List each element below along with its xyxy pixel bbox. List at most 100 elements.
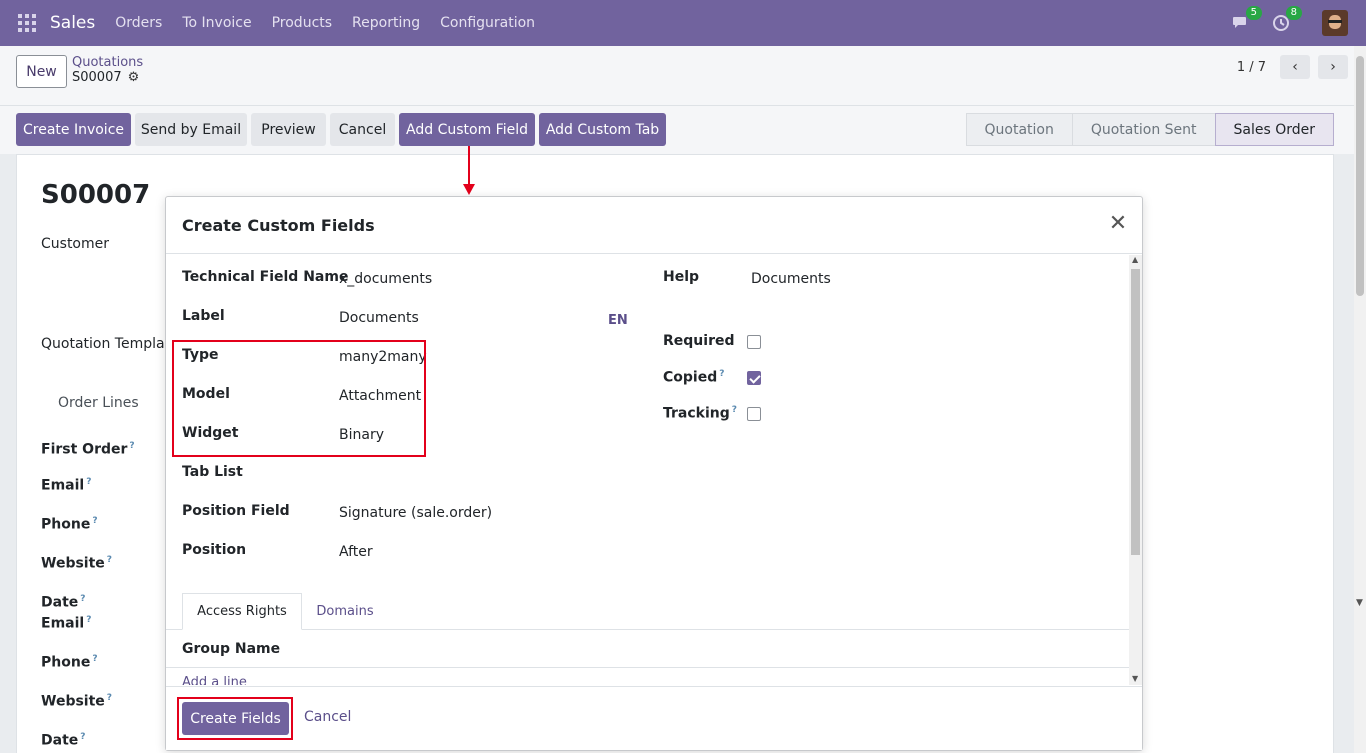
field-email: Email? <box>41 477 91 494</box>
scroll-down-arrow-icon[interactable]: ▼ <box>1356 598 1363 608</box>
gear-icon[interactable]: ⚙ <box>128 70 140 85</box>
pager-previous-button[interactable]: ‹ <box>1280 55 1310 79</box>
menu-products[interactable]: Products <box>272 15 332 31</box>
technical-field-name-input[interactable]: x_documents <box>339 271 432 287</box>
help-input[interactable]: Documents <box>751 271 831 287</box>
field-date-label: Date <box>41 594 79 611</box>
apps-grid-icon[interactable] <box>18 14 36 32</box>
scroll-down-arrow-icon[interactable]: ▼ <box>1132 674 1138 683</box>
field-email-2-label: Email <box>41 615 85 632</box>
dialog-header: Create Custom Fields ✕ <box>166 197 1142 254</box>
dialog-scrollbar-thumb[interactable] <box>1131 269 1140 555</box>
messages-icon[interactable]: 5 <box>1230 6 1262 34</box>
quotation-template-label: Quotation Templat <box>41 336 171 352</box>
field-website-2: Website? <box>41 693 112 710</box>
control-panel: New Quotations S00007 ⚙ 1 / 7 ‹ › <box>0 46 1366 106</box>
menu-to-invoice[interactable]: To Invoice <box>182 15 251 31</box>
copied-label: Copied <box>663 369 718 386</box>
annotation-arrow-head <box>463 184 475 195</box>
table-divider <box>166 667 1129 668</box>
annotation-highlight-create-button <box>177 697 293 740</box>
send-by-email-button[interactable]: Send by Email <box>135 113 247 146</box>
close-icon[interactable]: ✕ <box>1108 213 1128 235</box>
language-button[interactable]: EN <box>608 313 628 328</box>
menu-orders[interactable]: Orders <box>115 15 162 31</box>
label-label: Label <box>182 308 225 324</box>
field-email-2: Email? <box>41 615 91 632</box>
activities-clock-icon[interactable]: 8 <box>1270 6 1302 34</box>
field-first-order-label: First Order <box>41 441 128 458</box>
position-select[interactable]: After <box>339 544 373 560</box>
field-phone-2-label: Phone <box>41 654 91 671</box>
activities-badge: 8 <box>1285 6 1302 20</box>
help-tip-icon[interactable]: ? <box>719 369 724 379</box>
add-custom-tab-button[interactable]: Add Custom Tab <box>539 113 666 146</box>
tab-access-rights[interactable]: Access Rights <box>182 593 302 630</box>
help-tip-icon[interactable]: ? <box>129 441 134 451</box>
technical-field-name-label: Technical Field Name <box>182 269 349 285</box>
tracking-field: Tracking? <box>663 405 737 422</box>
help-tip-icon[interactable]: ? <box>107 555 112 565</box>
page-scrollbar[interactable]: ▼ <box>1354 46 1366 753</box>
tracking-label: Tracking <box>663 405 730 422</box>
navbar-systray: 5 8 <box>1230 0 1348 46</box>
breadcrumb-current-label: S00007 <box>72 70 122 85</box>
required-label: Required <box>663 333 735 349</box>
help-tip-icon[interactable]: ? <box>86 477 91 487</box>
pager-value[interactable]: 1 / 7 <box>1237 60 1266 75</box>
label-input[interactable]: Documents <box>339 310 419 326</box>
position-field-select[interactable]: Signature (sale.order) <box>339 505 492 521</box>
tab-order-lines[interactable]: Order Lines <box>58 395 139 411</box>
preview-button[interactable]: Preview <box>251 113 326 146</box>
breadcrumb-current: S00007 ⚙ <box>72 70 143 85</box>
help-tip-icon[interactable]: ? <box>86 615 91 625</box>
tracking-checkbox[interactable] <box>747 407 761 421</box>
new-button[interactable]: New <box>16 55 67 88</box>
add-custom-field-button[interactable]: Add Custom Field <box>399 113 535 146</box>
pager-next-button[interactable]: › <box>1318 55 1348 79</box>
field-date-2: Date? <box>41 732 86 749</box>
help-tip-icon[interactable]: ? <box>107 693 112 703</box>
status-sales-order[interactable]: Sales Order <box>1214 113 1334 146</box>
dialog-footer: Create Fields Cancel <box>166 686 1142 750</box>
add-line-link[interactable]: Add a line <box>182 675 247 685</box>
help-tip-icon[interactable]: ? <box>92 654 97 664</box>
cancel-order-button[interactable]: Cancel <box>330 113 395 146</box>
top-navbar: Sales Orders To Invoice Products Reporti… <box>0 0 1366 46</box>
field-website-2-label: Website <box>41 693 105 710</box>
order-title: S00007 <box>41 180 151 210</box>
help-tip-icon[interactable]: ? <box>732 405 737 415</box>
help-tip-icon[interactable]: ? <box>80 594 85 604</box>
menu-configuration[interactable]: Configuration <box>440 15 535 31</box>
status-quotation-sent[interactable]: Quotation Sent <box>1071 113 1216 146</box>
dialog-body: Technical Field Name x_documents Label D… <box>166 255 1129 685</box>
field-website-label: Website <box>41 555 105 572</box>
tab-list-label: Tab List <box>182 464 243 480</box>
annotation-highlight-type-model-widget <box>172 340 426 457</box>
page-scrollbar-thumb[interactable] <box>1356 56 1364 296</box>
breadcrumb-quotations[interactable]: Quotations <box>72 55 143 70</box>
scroll-up-arrow-icon[interactable]: ▲ <box>1132 255 1138 264</box>
breadcrumb: Quotations S00007 ⚙ <box>72 55 143 85</box>
dialog-title: Create Custom Fields <box>182 216 375 235</box>
help-tip-icon[interactable]: ? <box>92 516 97 526</box>
dialog-tabs: Access Rights Domains <box>166 593 1129 630</box>
status-quotation[interactable]: Quotation <box>965 113 1073 146</box>
tab-domains[interactable]: Domains <box>302 593 388 630</box>
create-invoice-button[interactable]: Create Invoice <box>16 113 131 146</box>
customer-label: Customer <box>41 236 110 252</box>
app-name[interactable]: Sales <box>50 13 95 33</box>
required-checkbox[interactable] <box>747 335 761 349</box>
cancel-button[interactable]: Cancel <box>304 709 351 725</box>
help-tip-icon[interactable]: ? <box>80 732 85 742</box>
position-field-label: Position Field <box>182 503 290 519</box>
pager: 1 / 7 ‹ › <box>1237 55 1348 79</box>
copied-checkbox[interactable] <box>747 371 761 385</box>
position-label: Position <box>182 542 247 558</box>
user-avatar[interactable] <box>1322 10 1348 36</box>
menu-reporting[interactable]: Reporting <box>352 15 420 31</box>
field-email-label: Email <box>41 477 85 494</box>
dialog-scrollbar[interactable]: ▲ ▼ <box>1129 255 1142 685</box>
field-phone-label: Phone <box>41 516 91 533</box>
form-action-bar: Create Invoice Send by Email Preview Can… <box>0 106 1366 154</box>
